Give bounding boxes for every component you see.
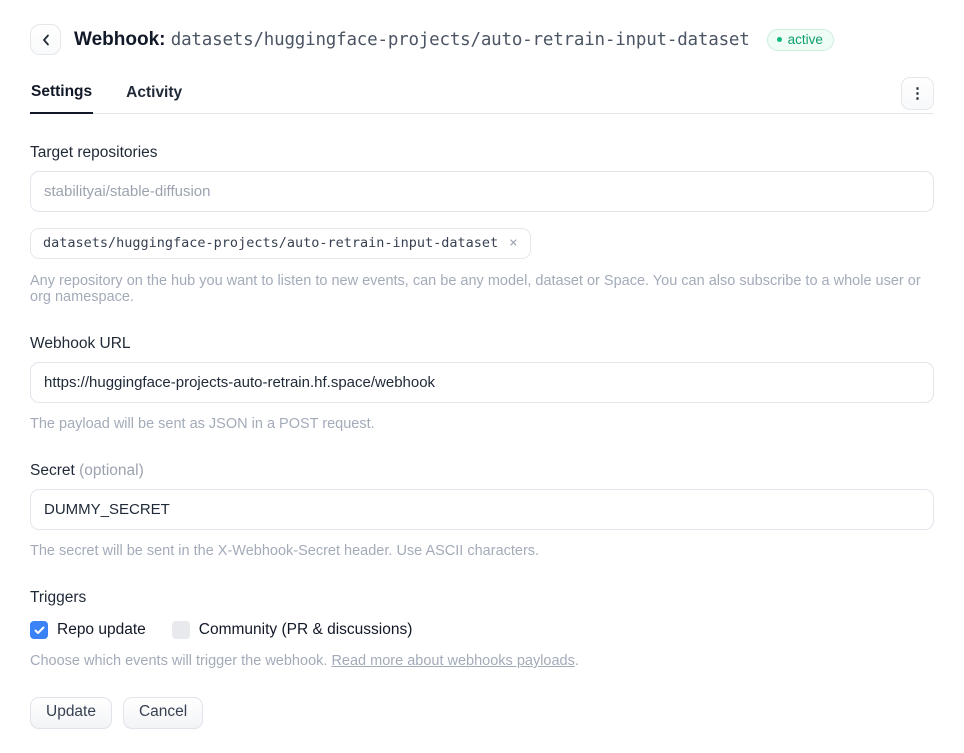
tab-settings[interactable]: Settings	[30, 75, 93, 114]
tab-activity[interactable]: Activity	[125, 76, 183, 113]
check-icon	[34, 626, 45, 635]
update-button[interactable]: Update	[30, 697, 112, 729]
page-title-label: Webhook:	[74, 29, 165, 50]
header: Webhook: datasets/huggingface-projects/a…	[30, 24, 934, 55]
chevron-left-icon	[41, 33, 51, 47]
triggers-help-prefix: Choose which events will trigger the web…	[30, 653, 331, 669]
webhook-repo-name: datasets/huggingface-projects/auto-retra…	[171, 30, 750, 50]
triggers-label: Triggers	[30, 589, 934, 607]
webhook-settings-page: Webhook: datasets/huggingface-projects/a…	[0, 0, 964, 753]
checkbox-checked-icon[interactable]	[30, 621, 48, 639]
target-repositories-help: Any repository on the hub you want to li…	[30, 273, 934, 305]
triggers-help-suffix: .	[575, 653, 579, 669]
trigger-community-label: Community (PR & discussions)	[199, 621, 413, 639]
page-title: Webhook: datasets/huggingface-projects/a…	[74, 29, 750, 51]
target-repositories-label: Target repositories	[30, 144, 934, 162]
tab-bar: Settings Activity ⋮	[30, 75, 934, 114]
status-badge-label: active	[788, 32, 823, 47]
secret-optional-text: (optional)	[79, 462, 144, 479]
triggers-options: Repo update Community (PR & discussions)	[30, 621, 934, 639]
repo-chip: datasets/huggingface-projects/auto-retra…	[30, 228, 531, 259]
secret-label: Secret (optional)	[30, 462, 934, 480]
more-options-button[interactable]: ⋮	[901, 77, 934, 110]
status-dot-icon	[777, 37, 782, 42]
chip-list: datasets/huggingface-projects/auto-retra…	[30, 212, 934, 259]
webhook-url-label: Webhook URL	[30, 335, 934, 353]
target-repositories-input[interactable]	[30, 171, 934, 212]
cancel-button[interactable]: Cancel	[123, 697, 203, 729]
trigger-repo-update-label: Repo update	[57, 621, 146, 639]
form-actions: Update Cancel	[30, 697, 934, 753]
secret-help: The secret will be sent in the X-Webhook…	[30, 543, 934, 559]
trigger-option-repo-update[interactable]: Repo update	[30, 621, 146, 639]
checkbox-unchecked-icon[interactable]	[172, 621, 190, 639]
webhook-url-help: The payload will be sent as JSON in a PO…	[30, 416, 934, 432]
chip-remove-icon[interactable]: ×	[509, 236, 517, 250]
repo-chip-label: datasets/huggingface-projects/auto-retra…	[43, 235, 498, 251]
secret-input[interactable]	[30, 489, 934, 530]
webhooks-payloads-link[interactable]: Read more about webhooks payloads	[331, 653, 574, 669]
secret-label-text: Secret	[30, 462, 75, 479]
webhook-url-input[interactable]	[30, 362, 934, 403]
back-button[interactable]	[30, 24, 61, 55]
trigger-option-community[interactable]: Community (PR & discussions)	[172, 621, 413, 639]
kebab-menu-icon: ⋮	[910, 86, 925, 101]
status-badge: active	[767, 29, 834, 51]
triggers-help: Choose which events will trigger the web…	[30, 653, 934, 669]
